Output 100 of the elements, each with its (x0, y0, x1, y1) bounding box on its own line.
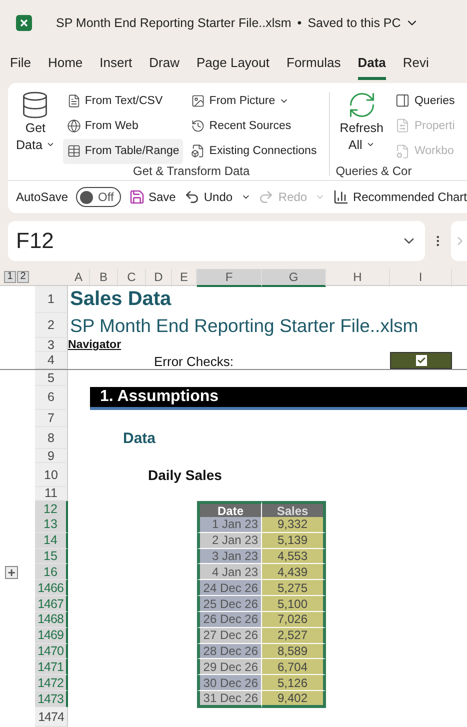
table-cell: 4,439 (262, 564, 326, 580)
ribbon-tab[interactable]: Home (48, 55, 83, 80)
row-number[interactable]: 1468 (35, 612, 68, 628)
table-cell: 30 Dec 26 (197, 675, 262, 692)
row-number[interactable]: 6 (35, 386, 68, 410)
group-label: Get & Transform Data (132, 164, 251, 178)
table-cell: 31 Dec 26 (197, 691, 262, 708)
sheet-title: Sales Data (69, 288, 172, 311)
table-cell: 27 Dec 26 (197, 628, 262, 644)
ribbon-tab[interactable]: Draw (149, 55, 180, 80)
row-number[interactable]: 13 (35, 516, 68, 533)
table-cell: 9,402 (262, 691, 326, 708)
column-header[interactable]: B (90, 269, 118, 287)
column-header[interactable]: I (390, 269, 452, 287)
title-separator: • (297, 16, 302, 30)
table-icon (66, 144, 81, 158)
table-cell: 6,704 (262, 659, 326, 676)
ribbon-tab[interactable]: Page Layout (196, 55, 270, 80)
ribbon-button[interactable]: Queries (391, 88, 459, 114)
ribbon-tab[interactable]: Formulas (286, 55, 341, 80)
save-icon (128, 189, 144, 205)
table-cell: 8,589 (262, 644, 326, 660)
autosave-label: AutoSave (16, 190, 68, 204)
row-number[interactable]: 1470 (35, 644, 68, 660)
undo-button[interactable]: Undo (184, 189, 233, 205)
redo-icon (258, 189, 274, 205)
table-cell: 4,553 (262, 548, 326, 564)
clock-icon (191, 118, 206, 133)
column-header[interactable]: H (326, 269, 390, 287)
table-header-cell: Sales (262, 500, 326, 519)
table-cell: 1 Jan 23 (197, 516, 262, 533)
sheet-subtitle: SP Month End Reporting Starter File..xlsm (69, 314, 420, 337)
get-data-button[interactable]: Get Data (12, 88, 59, 164)
column-header[interactable]: A (68, 269, 90, 287)
app-logo-icon (16, 15, 32, 31)
ribbon-button[interactable]: Recent Sources (187, 113, 321, 139)
row-number[interactable]: 4 (35, 352, 68, 370)
section-header: 1. Assumptions (90, 387, 467, 410)
row-number[interactable]: 10 (35, 463, 68, 488)
autosave-toggle[interactable]: Off (76, 187, 120, 207)
table-cell: 2 Jan 23 (197, 532, 262, 549)
ribbon-button[interactable]: From Web (62, 113, 184, 139)
ribbon-button[interactable]: From Text/CSV (62, 88, 184, 114)
ribbon-tab[interactable]: File (10, 55, 31, 80)
row-number[interactable]: 3 (35, 338, 68, 352)
row-number[interactable]: 7 (35, 410, 68, 427)
table-cell: 9,332 (262, 516, 326, 533)
row-number[interactable]: 1469 (35, 628, 68, 644)
table-cell: 2,527 (262, 628, 326, 644)
error-checks-label: Error Checks: (153, 354, 234, 370)
outline-level-button[interactable]: 2 (17, 271, 29, 283)
recommended-charts-button[interactable]: Recommended Chart (332, 189, 467, 205)
row-number[interactable]: 1467 (35, 596, 68, 612)
column-header[interactable]: C (118, 269, 146, 287)
save-button[interactable]: Save (128, 189, 176, 205)
row-number[interactable]: 1 (35, 286, 68, 313)
row-number[interactable]: 8 (35, 426, 68, 450)
table-cell: 5,139 (262, 532, 326, 549)
table-cell: 3 Jan 23 (197, 548, 262, 564)
table-cell: 5,100 (262, 596, 326, 612)
table-cell: 7,026 (262, 612, 326, 628)
row-number[interactable]: 9 (35, 449, 68, 464)
globe-icon (66, 118, 81, 133)
row-number[interactable]: 1466 (35, 580, 68, 596)
outline-level-button[interactable]: 1 (4, 271, 16, 283)
table-cell: 25 Dec 26 (197, 596, 262, 612)
row-number[interactable]: 2 (35, 312, 68, 338)
undo-icon (184, 189, 200, 205)
row-number[interactable]: 1473 (35, 691, 68, 708)
ribbon-button[interactable]: From Table/Range (62, 138, 184, 164)
group-label: Queries & Cor (336, 164, 413, 178)
chart-icon (332, 189, 349, 205)
table-cell: 5,126 (262, 675, 326, 692)
table-cell: 24 Dec 26 (197, 580, 262, 596)
row-number[interactable]: 15 (35, 548, 68, 564)
ribbon-tab[interactable]: Data (358, 55, 386, 80)
column-header[interactable]: D (146, 269, 172, 287)
row-number[interactable]: 16 (35, 564, 68, 580)
row-number[interactable]: 11 (35, 487, 68, 501)
row-number[interactable]: 5 (35, 370, 68, 386)
ribbon-tab[interactable]: Revi (402, 55, 429, 80)
table-cell: 4 Jan 23 (197, 564, 262, 580)
ribbon-tab[interactable]: Insert (100, 55, 132, 80)
column-header[interactable]: G (262, 269, 326, 287)
row-number[interactable]: 1471 (35, 659, 68, 676)
expand-group-button[interactable]: + (5, 566, 18, 579)
column-header[interactable]: F (197, 269, 262, 287)
navigator-link[interactable]: Navigator (68, 339, 146, 352)
name-box[interactable]: F12 (8, 221, 426, 261)
row-number[interactable]: 1474 (35, 707, 68, 727)
window-title: SP Month End Reporting Starter File..xlsm (56, 16, 292, 30)
save-status[interactable]: Saved to this PC (308, 16, 401, 30)
table-cell: 5,275 (262, 580, 326, 596)
ribbon-button[interactable]: From Picture (187, 88, 321, 114)
refresh-all-button[interactable]: Refresh All (336, 88, 388, 164)
row-number[interactable]: 1472 (35, 675, 68, 692)
table-cell: 26 Dec 26 (197, 612, 262, 628)
row-number[interactable]: 14 (35, 532, 68, 549)
ribbon-button[interactable]: Existing Connections (187, 138, 321, 164)
table-cell: 28 Dec 26 (197, 644, 262, 660)
